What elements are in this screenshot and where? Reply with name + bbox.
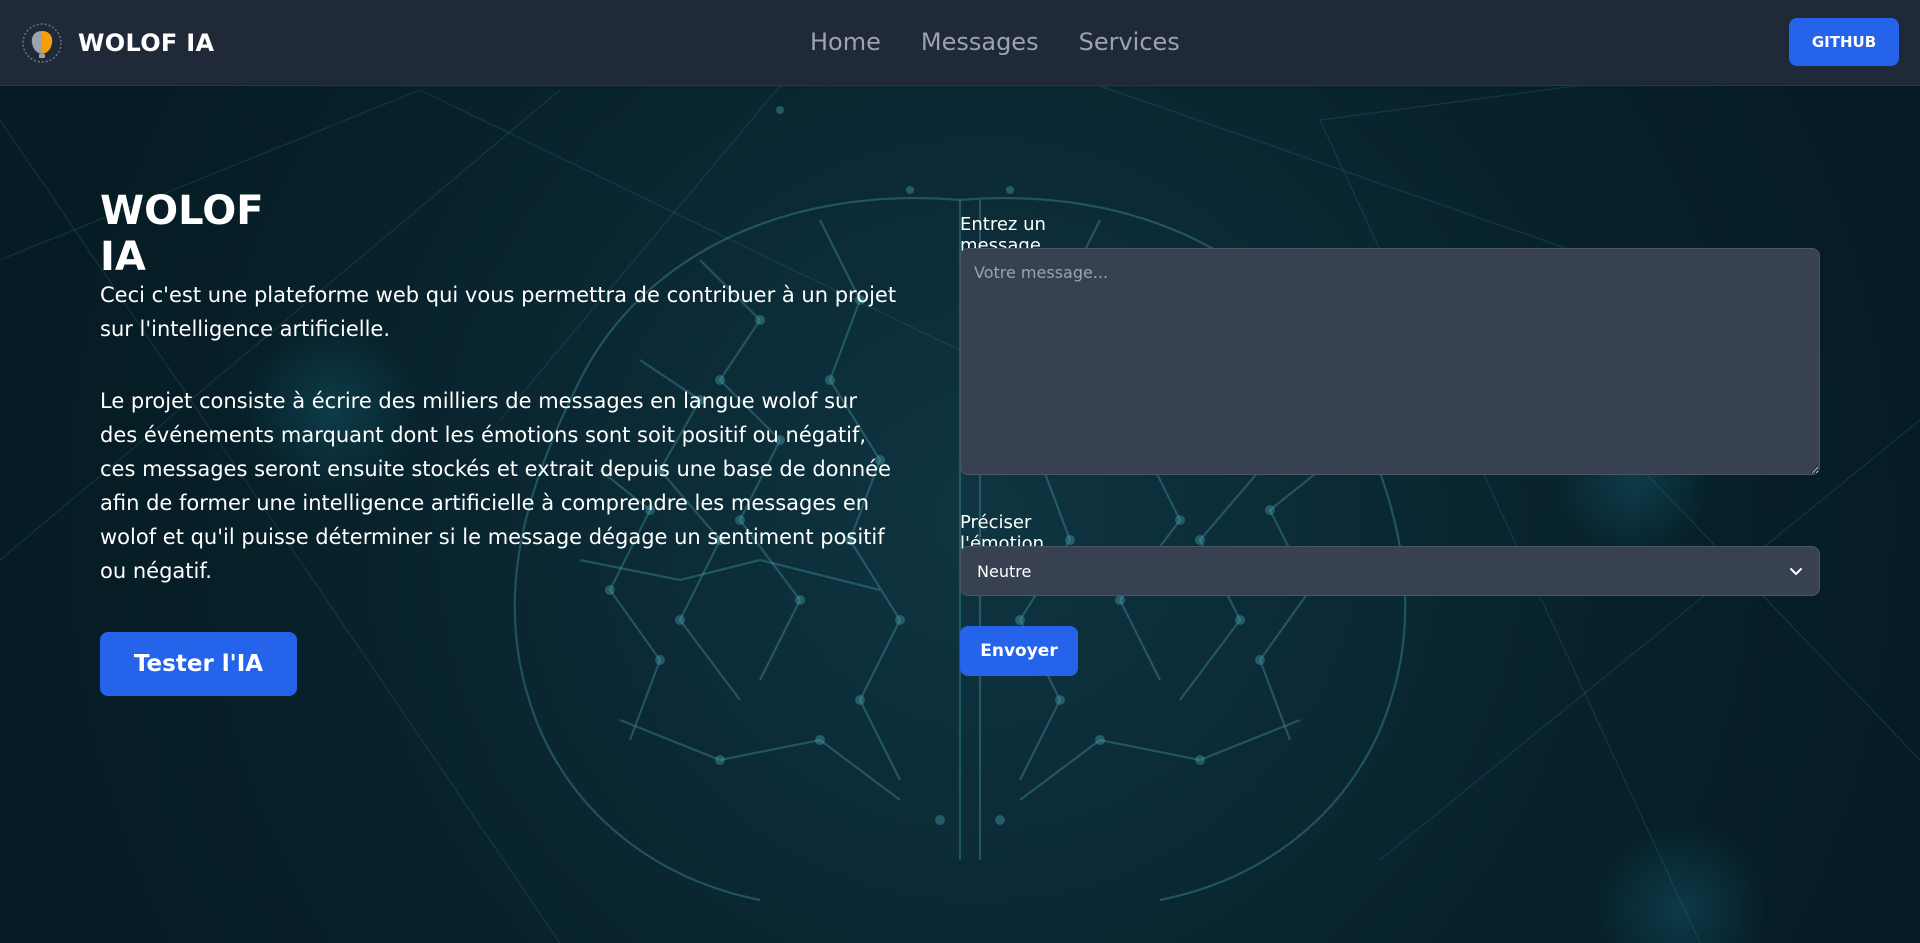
intro-paragraph: Ceci c'est une plateforme web qui vous p… — [100, 283, 897, 341]
emotion-select[interactable]: Neutre — [960, 546, 1820, 596]
emotion-selected-value: Neutre — [977, 561, 1032, 581]
main-nav: Home Messages Services — [810, 24, 1220, 60]
chevron-down-icon — [1790, 568, 1802, 575]
nav-link-home[interactable]: Home — [810, 24, 881, 60]
brain-logo-icon — [22, 23, 62, 63]
message-textarea[interactable] — [960, 248, 1820, 475]
github-button[interactable]: GITHUB — [1789, 18, 1899, 66]
nav-link-services[interactable]: Services — [1079, 24, 1180, 60]
brand[interactable]: WOLOF IA — [22, 19, 214, 67]
nav-link-messages[interactable]: Messages — [921, 24, 1039, 60]
brand-name: WOLOF IA — [78, 29, 215, 57]
top-navbar: WOLOF IA Home Messages Services GITHUB — [0, 0, 1920, 86]
test-ai-button[interactable]: Tester l'IA — [100, 632, 297, 696]
send-button[interactable]: Envoyer — [960, 626, 1078, 676]
page-title: WOLOF IA — [100, 188, 264, 280]
project-description-paragraph: Le projet consiste à écrire des milliers… — [100, 389, 891, 583]
